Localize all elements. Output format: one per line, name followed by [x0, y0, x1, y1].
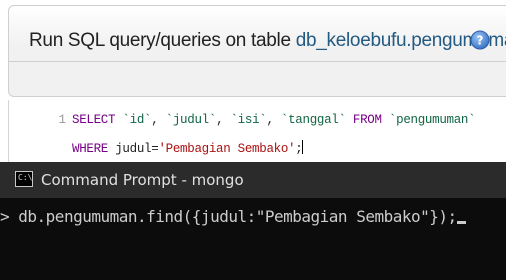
command-text: db.pengumuman.find({judul:"Pembagian Sem…: [9, 207, 457, 226]
window-title: Command Prompt - mongo: [41, 171, 244, 189]
command-prompt-window[interactable]: C:\ Command Prompt - mongo > db.pengumum…: [0, 162, 506, 280]
help-icon[interactable]: ?: [470, 30, 490, 50]
command-line[interactable]: > db.pengumuman.find({judul:"Pembagian S…: [0, 207, 506, 226]
sql-query-panel: Run SQL query/queries on table db_keloeb…: [0, 0, 506, 162]
keyword: WHERE: [72, 142, 109, 156]
separator: ,: [216, 113, 231, 127]
panel-title: Run SQL query/queries on table db_keloeb…: [29, 30, 506, 52]
line-number: 1: [58, 113, 66, 127]
table-name: `pengumuman`: [388, 113, 476, 127]
column-name: `judul`: [165, 113, 217, 127]
column-name: `isi`: [230, 113, 267, 127]
panel-title-text: Run SQL query/queries on table: [29, 30, 296, 51]
svg-text:?: ?: [477, 34, 484, 48]
text-caret: [302, 140, 304, 154]
statement-end: ;: [295, 142, 303, 156]
cmd-titlebar[interactable]: C:\ Command Prompt - mongo: [0, 162, 506, 198]
separator: ,: [151, 113, 166, 127]
prompt-symbol: >: [0, 207, 10, 226]
column-name: `tanggal`: [280, 113, 346, 127]
sql-line-1[interactable]: SELECT `id`, `judul`, `isi`, `tanggal` F…: [72, 113, 476, 127]
string-literal: 'Pembagian Sembako': [158, 142, 296, 156]
sql-line-2[interactable]: WHERE judul='Pembagian Sembako';: [72, 140, 304, 156]
column-name: `id`: [122, 113, 152, 127]
separator: ,: [266, 113, 281, 127]
cmd-icon: C:\: [15, 171, 33, 187]
keyword: FROM: [352, 113, 382, 127]
keyword: SELECT: [72, 113, 116, 127]
cursor: [456, 221, 466, 224]
field-expression: judul=: [108, 142, 159, 156]
cmd-icon-text: C:\: [18, 173, 33, 182]
